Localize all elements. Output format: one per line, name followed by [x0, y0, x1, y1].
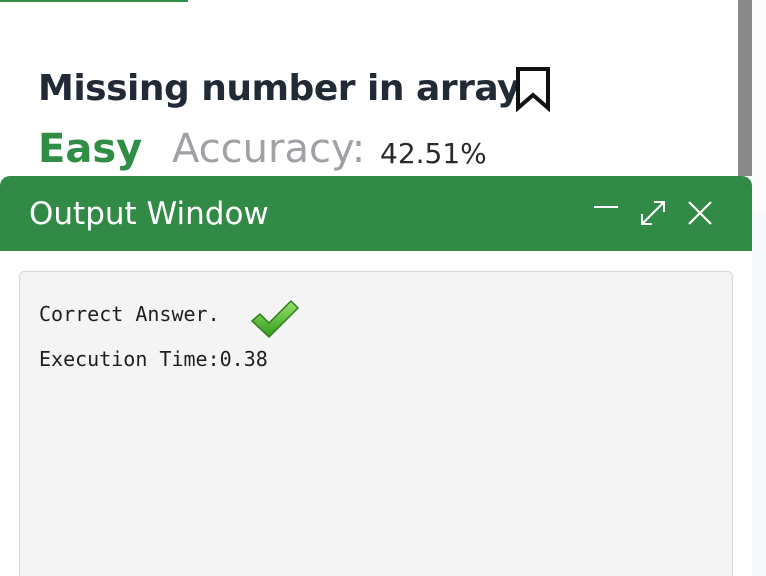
output-window-header: Output Window [0, 176, 752, 251]
execution-time: Execution Time:0.38 [39, 347, 268, 371]
scrollbar-thumb[interactable] [738, 0, 752, 180]
scrollbar-track[interactable] [752, 212, 766, 576]
result-message: Correct Answer. [39, 302, 220, 326]
maximize-icon[interactable] [638, 198, 668, 228]
bookmark-icon[interactable] [515, 66, 551, 112]
output-console: Correct Answer. Execution Time:0.38 [19, 271, 733, 576]
problem-page: Missing number in array Easy Accuracy: 4… [0, 0, 766, 576]
accuracy-value: 42.51% [380, 137, 487, 170]
problem-title: Missing number in array [38, 68, 521, 109]
output-window-title: Output Window [29, 196, 269, 232]
active-tab-indicator [0, 0, 188, 2]
close-icon[interactable] [685, 198, 715, 228]
difficulty-label: Easy [38, 126, 143, 172]
accuracy-label: Accuracy: [172, 126, 366, 172]
checkmark-icon [251, 300, 299, 338]
minimize-icon[interactable] [591, 194, 621, 224]
output-window: Output Window Correct Answer. Execution … [0, 176, 752, 576]
